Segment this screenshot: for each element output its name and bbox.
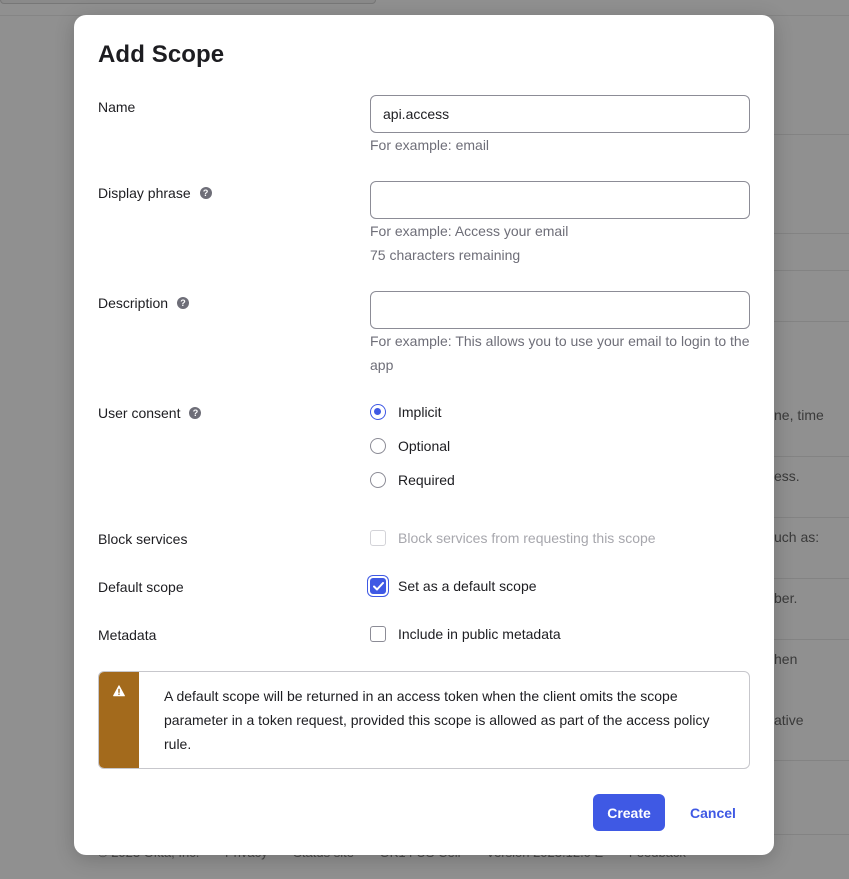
default-scope-checkbox[interactable] — [370, 578, 386, 594]
user-consent-label: User consent ? — [98, 405, 202, 421]
default-scope-label: Default scope — [98, 579, 184, 595]
block-services-checkbox-row: Block services from requesting this scop… — [370, 530, 656, 546]
callout-warning-bar — [99, 672, 139, 768]
radio-button-checked[interactable] — [370, 404, 386, 420]
name-label-text: Name — [98, 99, 136, 115]
block-services-label: Block services — [98, 531, 187, 547]
modal-title: Add Scope — [98, 41, 225, 68]
consent-option-label: Required — [398, 472, 455, 488]
name-label: Name — [98, 99, 135, 115]
name-hint: For example: email — [370, 137, 490, 153]
default-scope-label-text: Default scope — [98, 579, 184, 595]
background-text: ber. — [774, 590, 798, 606]
metadata-checkbox-row[interactable]: Include in public metadata — [370, 626, 561, 642]
background-row-divider — [774, 456, 849, 457]
name-input[interactable] — [370, 95, 750, 133]
consent-option-implicit[interactable]: Implicit — [370, 404, 442, 420]
cancel-button[interactable]: Cancel — [678, 794, 748, 831]
consent-option-label: Optional — [398, 438, 451, 454]
default-scope-option-label: Set as a default scope — [398, 578, 537, 594]
metadata-label-text: Metadata — [98, 627, 157, 643]
callout-text: A default scope will be returned in an a… — [164, 688, 710, 752]
display-phrase-hint: For example: Access your email — [370, 223, 569, 239]
background-panel — [774, 134, 849, 834]
create-button[interactable]: Create — [593, 794, 665, 831]
radio-button[interactable] — [370, 472, 386, 488]
default-scope-checkbox-row[interactable]: Set as a default scope — [370, 578, 537, 594]
background-row-divider — [774, 321, 849, 322]
display-phrase-remaining: 75 characters remaining — [370, 247, 521, 263]
consent-option-label: Implicit — [398, 404, 442, 420]
help-icon[interactable]: ? — [177, 297, 190, 309]
consent-option-required[interactable]: Required — [370, 472, 455, 488]
background-text: ative — [774, 712, 804, 728]
user-consent-label-text: User consent — [98, 405, 181, 421]
display-phrase-label: Display phrase ? — [98, 185, 212, 201]
background-text: hen — [774, 651, 798, 667]
metadata-label: Metadata — [98, 627, 156, 643]
description-hint: For example: This allows you to use your… — [370, 333, 750, 373]
add-scope-modal: Add Scope Name For example: email Displa… — [74, 15, 774, 855]
default-scope-warning-callout: A default scope will be returned in an a… — [98, 671, 750, 769]
block-services-option-label: Block services from requesting this scop… — [398, 530, 656, 546]
display-phrase-label-text: Display phrase — [98, 185, 191, 201]
background-row-divider — [774, 639, 849, 640]
background-row-divider — [774, 517, 849, 518]
background-text: ne, time — [774, 407, 824, 423]
background-search-box — [0, 0, 376, 4]
radio-button[interactable] — [370, 438, 386, 454]
help-icon[interactable]: ? — [189, 407, 202, 419]
description-label: Description ? — [98, 295, 190, 311]
warning-icon — [113, 685, 125, 697]
help-icon[interactable]: ? — [199, 187, 212, 199]
metadata-checkbox[interactable] — [370, 626, 386, 642]
description-label-text: Description — [98, 295, 169, 311]
checkmark-icon — [372, 581, 384, 590]
consent-option-optional[interactable]: Optional — [370, 438, 450, 454]
background-row-divider — [774, 834, 849, 835]
metadata-option-label: Include in public metadata — [398, 626, 561, 642]
background-text: uch as: — [774, 529, 820, 545]
background-row-divider — [774, 578, 849, 579]
background-row-divider — [774, 233, 849, 234]
background-row-divider — [774, 760, 849, 761]
block-services-checkbox — [370, 530, 386, 546]
background-row-divider — [774, 270, 849, 271]
description-input[interactable] — [370, 291, 750, 329]
block-services-label-text: Block services — [98, 531, 188, 547]
background-text: ess. — [774, 468, 800, 484]
display-phrase-input[interactable] — [370, 181, 750, 219]
